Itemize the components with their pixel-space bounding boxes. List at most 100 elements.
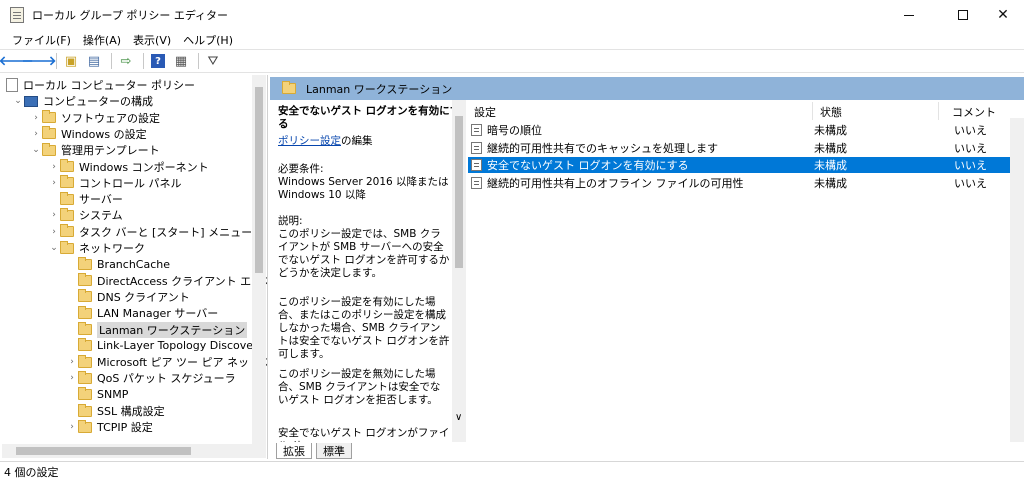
column-header-comment[interactable]: コメント [952,104,996,120]
properties-button[interactable]: ▦ [171,52,191,70]
chevron-right-icon[interactable]: › [30,110,42,126]
column-header-setting[interactable]: 設定 [474,104,496,120]
tree-item[interactable]: ⌄ 管理用テンプレート [30,142,160,158]
tree-item[interactable]: SNMP [66,387,128,403]
document-icon [6,78,18,92]
tab-extended[interactable]: 拡張 [276,443,312,459]
toolbar-divider [56,53,57,69]
minimize-button[interactable] [886,0,932,30]
tree-scrollbar[interactable] [252,75,266,444]
window-title: ローカル グループ ポリシー エディター [32,9,229,22]
setting-row[interactable]: 安全でないゲスト ログオンを有効にする 未構成 いいえ [468,157,1024,173]
show-tree-button[interactable]: ▤ [84,52,104,70]
forward-button[interactable]: 🡒 [22,52,57,70]
menu-view[interactable]: 表示(V) [127,32,177,48]
setting-state: 未構成 [814,141,847,155]
description-scroll-thumb[interactable] [455,116,463,268]
menu-action[interactable]: 操作(A) [77,32,127,48]
tree-item[interactable]: › システム [48,207,123,223]
column-divider[interactable] [812,102,813,120]
chevron-right-icon[interactable]: › [48,159,60,175]
chevron-right-icon[interactable]: › [48,207,60,223]
tree-item-label: 管理用テンプレート [61,144,160,158]
column-divider[interactable] [938,102,939,120]
chevron-down-icon[interactable]: ⌄ [48,240,60,256]
tree-item[interactable]: › Windows コンポーネント [48,159,209,175]
chevron-right-icon[interactable]: › [66,419,78,435]
filter-button[interactable]: ⛛ [203,52,223,70]
tree-item[interactable]: › Windows の設定 [30,126,147,142]
column-header-state[interactable]: 状態 [820,104,842,120]
setting-comment: いいえ [954,159,987,172]
tree-item-label: ローカル コンピューター ポリシー [23,79,195,92]
up-folder-button[interactable]: ▣ [61,52,81,70]
policy-setting-icon [471,124,482,136]
chevron-right-icon[interactable]: › [48,175,60,191]
tree-item[interactable]: DirectAccess クライアント エクスペリ [66,273,267,289]
toolbar-divider [111,53,112,69]
tree-hscrollbar[interactable] [2,444,266,458]
chevron-right-icon[interactable]: › [30,126,42,142]
policy-setting-icon [471,159,482,171]
menu-file[interactable]: ファイル(F) [6,32,77,48]
list-scrollbar[interactable] [1010,118,1024,442]
tree-item[interactable]: DNS クライアント [66,289,190,305]
tree-item-label: ネットワーク [79,242,145,255]
tree-item[interactable]: BranchCache [66,256,170,272]
chevron-right-icon[interactable]: › [66,354,78,370]
description-scrollbar[interactable]: ∨ [452,100,466,442]
tree-item[interactable]: サーバー [48,191,123,207]
computer-icon [24,95,38,107]
tree-item[interactable]: › ソフトウェアの設定 [30,110,160,126]
tree-item[interactable]: › コントロール パネル [48,175,182,191]
setting-name: 継続的可用性共有でのキャッシュを処理します [487,141,718,155]
chevron-right-icon[interactable]: › [48,224,60,240]
toolbar: 🡐 🡒 ▣ ▤ ⇨ ? ▦ ⛛ [0,49,1024,73]
export-list-button[interactable]: ⇨ [116,52,136,70]
tree-item[interactable]: ⌄ ネットワーク [48,240,145,256]
folder-icon [60,175,74,189]
chevron-down-icon[interactable]: ⌄ [30,142,42,158]
tree-item[interactable]: ⌄ コンピューターの構成 [12,93,153,109]
folder-icon [78,305,92,319]
help-button[interactable]: ? [148,52,168,70]
tree-item[interactable]: › TCPIP 設定 [66,419,153,435]
tree-item[interactable]: › QoS パケット スケジューラ [66,370,236,386]
tree-item[interactable]: ローカル コンピューター ポリシー [6,77,195,93]
policy-editor-icon [10,7,24,23]
chevron-down-icon[interactable]: ⌄ [12,93,24,109]
tree-scroll-thumb[interactable] [255,87,263,273]
chevron-right-icon[interactable]: › [66,370,78,386]
tree-item[interactable]: › Microsoft ピア ツー ピア ネットワーク [66,354,267,370]
console-tree[interactable]: ローカル コンピューター ポリシー ⌄ コンピューターの構成 › ソフトウェアの設定 › W… [0,75,268,459]
toolbar-divider [198,53,199,69]
tree-item[interactable]: › タスク バーと [スタート] メニュー [48,224,252,240]
tree-item-label: DirectAccess クライアント エクスペリ [97,274,267,288]
tree-item[interactable]: Link-Layer Topology Discovery [66,338,264,354]
tree-item[interactable]: Lanman ワークステーション [66,321,248,338]
setting-comment: いいえ [954,141,987,155]
folder-icon [42,110,56,124]
setting-row[interactable]: 継続的可用性共有でのキャッシュを処理します 未構成 いいえ [468,140,1024,156]
tree-item-label: Windows コンポーネント [79,160,209,174]
close-button[interactable]: ✕ [980,0,1024,30]
scroll-down-icon[interactable]: ∨ [455,412,462,423]
tree-item[interactable]: SSL 構成設定 [66,403,165,419]
folder-icon [78,338,92,352]
tree-hscroll-thumb[interactable] [16,447,191,455]
setting-row[interactable]: 継続的可用性共有上のオフライン ファイルの可用性 未構成 いいえ [468,175,1024,191]
folder-icon [78,403,92,417]
maximize-icon [958,10,968,20]
tree-item-label: LAN Manager サーバー [97,307,219,321]
edit-policy-link[interactable]: ポリシー設定 [278,135,341,147]
setting-row[interactable]: 暗号の順位 未構成 いいえ [468,122,1024,138]
tab-standard[interactable]: 標準 [316,443,352,459]
tree-item-label: サーバー [79,193,123,207]
folder-icon [78,256,92,270]
menu-help[interactable]: ヘルプ(H) [177,32,239,48]
tree-item[interactable]: LAN Manager サーバー [66,305,218,321]
explanation-text: 説明: このポリシー設定では、SMB クライアントが SMB サーバーへの安全で… [278,215,450,279]
